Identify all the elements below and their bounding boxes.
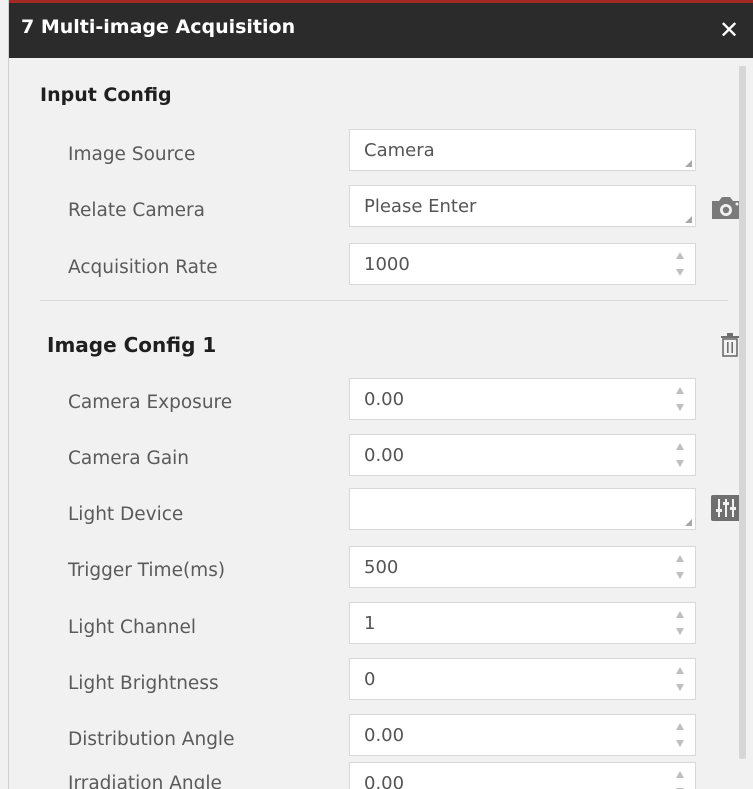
camera-gain-value: 0.00	[364, 445, 405, 466]
irradiation-angle-value: 0.00	[364, 773, 405, 789]
light-brightness-label: Light Brightness	[68, 673, 219, 694]
image-source-value: Camera	[364, 140, 435, 161]
relate-camera-select[interactable]: Please Enter	[349, 185, 696, 227]
relate-camera-label: Relate Camera	[68, 200, 205, 221]
distribution-angle-label: Distribution Angle	[68, 729, 235, 750]
title-bar: 7 Multi-image Acquisition ✕	[9, 0, 753, 58]
light-device-label: Light Device	[68, 504, 184, 525]
section-divider	[40, 300, 728, 301]
spin-arrows-icon[interactable]	[675, 771, 685, 789]
trigger-time-label: Trigger Time(ms)	[68, 560, 226, 581]
distribution-angle-stepper[interactable]: 0.00	[349, 714, 696, 756]
spin-arrows-icon[interactable]	[675, 667, 685, 691]
light-channel-stepper[interactable]: 1	[349, 602, 696, 644]
light-channel-value: 1	[364, 613, 376, 634]
acquisition-rate-stepper[interactable]: 1000	[349, 243, 696, 285]
camera-gain-label: Camera Gain	[68, 448, 190, 469]
image-config-heading: Image Config 1	[47, 333, 217, 357]
image-source-label: Image Source	[68, 144, 196, 165]
acquisition-rate-value: 1000	[364, 254, 410, 275]
irradiation-angle-stepper[interactable]: 0.00	[349, 762, 696, 789]
input-config-heading: Input Config	[40, 84, 172, 106]
camera-gain-stepper[interactable]: 0.00	[349, 434, 696, 476]
trigger-time-value: 500	[364, 557, 399, 578]
light-device-select[interactable]	[349, 488, 696, 530]
window-title: 7 Multi-image Acquisition	[21, 16, 296, 38]
image-source-select[interactable]: Camera	[349, 129, 696, 171]
sliders-icon[interactable]	[711, 495, 741, 525]
dropdown-corner-icon	[685, 216, 692, 223]
vertical-scrollbar[interactable]	[739, 66, 746, 759]
spin-arrows-icon[interactable]	[675, 723, 685, 747]
light-brightness-stepper[interactable]: 0	[349, 658, 696, 700]
camera-exposure-value: 0.00	[364, 389, 405, 410]
camera-exposure-label: Camera Exposure	[68, 392, 233, 413]
camera-exposure-stepper[interactable]: 0.00	[349, 378, 696, 420]
trigger-time-stepper[interactable]: 500	[349, 546, 696, 588]
spin-arrows-icon[interactable]	[675, 443, 685, 467]
camera-icon[interactable]	[709, 195, 743, 225]
distribution-angle-value: 0.00	[364, 725, 405, 746]
dropdown-corner-icon	[685, 160, 692, 167]
spin-arrows-icon[interactable]	[675, 252, 685, 276]
acquisition-rate-label: Acquisition Rate	[68, 257, 218, 278]
irradiation-angle-label: Irradiation Angle	[68, 773, 222, 789]
spin-arrows-icon[interactable]	[675, 555, 685, 579]
trash-icon[interactable]	[720, 333, 740, 361]
spin-arrows-icon[interactable]	[675, 387, 685, 411]
spin-arrows-icon[interactable]	[675, 611, 685, 635]
light-brightness-value: 0	[364, 669, 376, 690]
dropdown-corner-icon	[685, 519, 692, 526]
light-channel-label: Light Channel	[68, 617, 197, 638]
multi-image-acquisition-window: 7 Multi-image Acquisition ✕ Input Config…	[8, 0, 753, 789]
relate-camera-value: Please Enter	[364, 196, 477, 217]
close-button[interactable]: ✕	[712, 13, 746, 47]
